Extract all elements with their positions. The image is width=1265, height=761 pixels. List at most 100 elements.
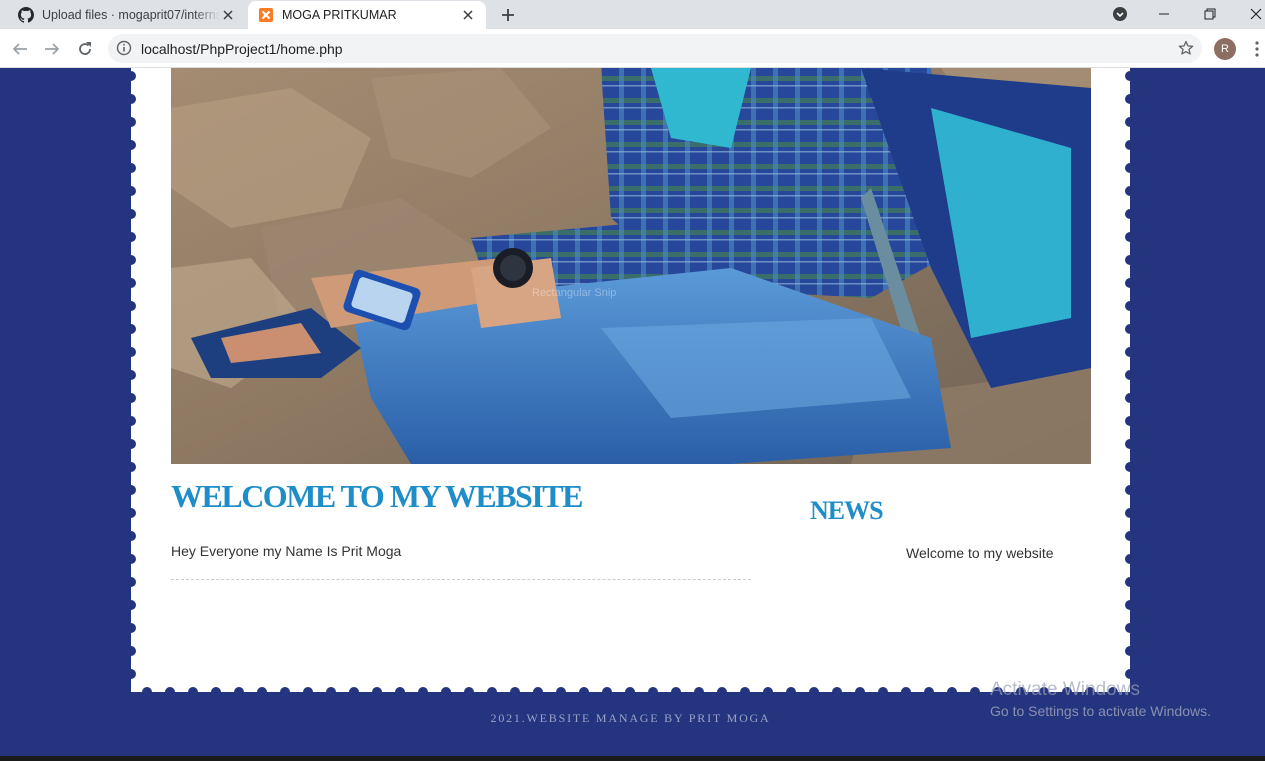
stamp-edge-dot: [970, 687, 980, 697]
stamp-edge-dot: [1125, 232, 1135, 242]
welcome-heading: WELCOME TO MY WEBSITE: [171, 478, 583, 514]
stamp-edge-dot: [303, 687, 313, 697]
stamp-edge-dot: [1125, 278, 1135, 288]
stamp-edge-dot: [464, 687, 474, 697]
intro-text: Hey Everyone my Name Is Prit Moga: [171, 543, 402, 559]
stamp-edge-dot: [1125, 462, 1135, 472]
close-icon[interactable]: [460, 7, 476, 23]
close-icon[interactable]: [220, 7, 236, 23]
stamp-edge-dot: [126, 209, 136, 219]
restore-icon[interactable]: [1197, 2, 1223, 26]
new-tab-button[interactable]: [498, 5, 518, 25]
info-icon[interactable]: [116, 40, 132, 56]
stamp-edge-dot: [126, 554, 136, 564]
windows-activation-watermark: Activate Windows Go to Settings to activ…: [990, 679, 1211, 719]
stamp-edge-dot: [1125, 140, 1135, 150]
footer-text: 2021.WEBSITE MANAGE BY PRIT MOGA: [490, 711, 771, 725]
stamp-edge-dot: [126, 278, 136, 288]
back-icon[interactable]: [9, 38, 31, 60]
stamp-edge-dot: [1125, 623, 1135, 633]
stamp-edge-dot: [556, 687, 566, 697]
bookmark-star-icon[interactable]: [1178, 40, 1194, 56]
stamp-edge-dot: [418, 687, 428, 697]
github-icon: [18, 7, 34, 23]
stamp-edge-dot: [280, 687, 290, 697]
stamp-edge-dot: [786, 687, 796, 697]
stamp-edge-dot: [1125, 485, 1135, 495]
stamp-edge-dot: [257, 687, 267, 697]
minimize-icon[interactable]: [1151, 2, 1177, 26]
stamp-edge-dot: [1125, 554, 1135, 564]
profile-avatar[interactable]: R: [1214, 38, 1236, 60]
stamp-edge-dot: [126, 255, 136, 265]
stamp-edge-dot: [126, 324, 136, 334]
taskbar-edge: [0, 756, 1265, 761]
stamp-edge-dot: [1125, 94, 1135, 104]
stamp-edge-dot: [126, 600, 136, 610]
reload-icon[interactable]: [74, 38, 96, 60]
menu-kebab-icon[interactable]: [1249, 38, 1265, 60]
stamp-edge-dot: [1125, 600, 1135, 610]
stamp-edge-dot: [901, 687, 911, 697]
stamp-edge-dot: [510, 687, 520, 697]
close-window-icon[interactable]: [1243, 2, 1265, 26]
address-bar[interactable]: localhost/PhpProject1/home.php: [108, 34, 1202, 63]
url-text[interactable]: localhost/PhpProject1/home.php: [141, 41, 343, 57]
stamp-edge-dot: [947, 687, 957, 697]
tab-title: Upload files · mogaprit07/interns: [42, 8, 220, 22]
stamp-edge-dot: [1125, 439, 1135, 449]
stamp-edge-dot: [1125, 347, 1135, 357]
stamp-edge-dot: [126, 163, 136, 173]
stamp-edge-dot: [1125, 508, 1135, 518]
stamp-edge-dot: [126, 485, 136, 495]
news-heading: NEWS: [810, 496, 884, 525]
tab-github[interactable]: Upload files · mogaprit07/interns: [8, 1, 246, 29]
stamp-edge-dot: [832, 687, 842, 697]
stamp-edge-dot: [1125, 209, 1135, 219]
stamp-edge-dot: [126, 462, 136, 472]
stamp-edge-dot: [924, 687, 934, 697]
tab-search-icon[interactable]: [1107, 2, 1133, 26]
stamp-edge-dot: [126, 439, 136, 449]
stamp-edge-dot: [142, 687, 152, 697]
stamp-edge-dot: [740, 687, 750, 697]
stamp-edge-dot: [1125, 646, 1135, 656]
watermark-title: Activate Windows: [990, 679, 1140, 700]
stamp-edge-dot: [126, 301, 136, 311]
stamp-edge-dot: [878, 687, 888, 697]
stamp-edge-dot: [602, 687, 612, 697]
stamp-edge-dot: [533, 687, 543, 697]
stamp-edge-dot: [234, 687, 244, 697]
forward-icon[interactable]: [41, 38, 63, 60]
xampp-icon: [258, 7, 274, 23]
stamp-edge-dot: [126, 94, 136, 104]
stamp-edge-dot: [126, 393, 136, 403]
stamp-edge-dot: [126, 623, 136, 633]
stamp-edge-dot: [671, 687, 681, 697]
tab-moga-pritkumar[interactable]: MOGA PRITKUMAR: [248, 1, 486, 29]
stamp-edge-dot: [126, 186, 136, 196]
stamp-edge-dot: [126, 232, 136, 242]
stamp-edge-dot: [165, 687, 175, 697]
stamp-edge-dot: [126, 117, 136, 127]
stamp-edge-dot: [809, 687, 819, 697]
watermark-subtitle: Go to Settings to activate Windows.: [990, 703, 1211, 719]
stamp-edge-dot: [487, 687, 497, 697]
stamp-edge-dot: [126, 646, 136, 656]
stamp-edge-dot: [126, 669, 136, 679]
stamp-edge-dot: [1125, 416, 1135, 426]
stamp-edge-dot: [1125, 71, 1135, 81]
stamp-edge-dot: [126, 577, 136, 587]
tab-strip: Upload files · mogaprit07/interns MOGA P…: [0, 0, 1265, 29]
stamp-edge-dot: [211, 687, 221, 697]
divider: [171, 579, 751, 580]
stamp-edge-dot: [1125, 117, 1135, 127]
stamp-edge-dot: [694, 687, 704, 697]
stamp-edge-dot: [579, 687, 589, 697]
stamp-edge-dot: [648, 687, 658, 697]
stamp-edge-dot: [1125, 163, 1135, 173]
stamp-edge-dot: [1125, 186, 1135, 196]
browser-toolbar: localhost/PhpProject1/home.php R: [0, 29, 1265, 68]
stamp-edge-dot: [126, 140, 136, 150]
stamp-edge-dot: [1125, 324, 1135, 334]
